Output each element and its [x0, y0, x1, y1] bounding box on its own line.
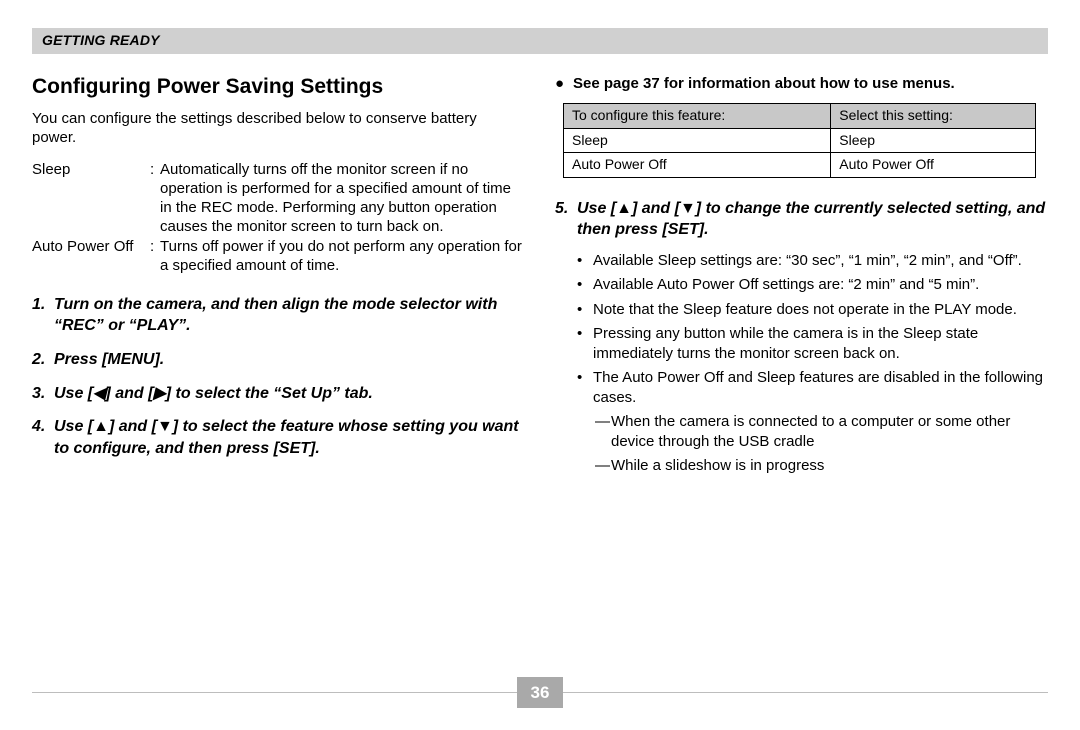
definition-term: Sleep	[32, 161, 150, 236]
step-1: 1. Turn on the camera, and then align th…	[32, 294, 525, 337]
bullet-icon: •	[577, 368, 593, 407]
bullet-icon: •	[577, 324, 593, 363]
definitions-list: Sleep : Automatically turns off the moni…	[32, 161, 525, 276]
bullet-icon: ●	[555, 74, 573, 94]
bullet-text: Pressing any button while the camera is …	[593, 324, 1048, 363]
bullet-text: The Auto Power Off and Sleep features ar…	[593, 368, 1048, 407]
intro-text: You can configure the settings described…	[32, 110, 525, 148]
list-item: • Available Sleep settings are: “30 sec”…	[577, 251, 1048, 271]
bullet-text: Available Auto Power Off settings are: “…	[593, 275, 979, 295]
step-number: 2.	[32, 349, 54, 371]
bullet-text: When the camera is connected to a comput…	[611, 412, 1048, 451]
step-number: 3.	[32, 383, 54, 405]
right-column: ● See page 37 for information about how …	[555, 74, 1048, 481]
table-cell: Auto Power Off	[564, 153, 831, 178]
step-4: 4. Use [▲] and [▼] to select the feature…	[32, 416, 525, 459]
table-header-row: To configure this feature: Select this s…	[564, 104, 1036, 129]
table-header: To configure this feature:	[564, 104, 831, 129]
step-2: 2. Press [MENU].	[32, 349, 525, 371]
list-item: • Note that the Sleep feature does not o…	[577, 300, 1048, 320]
step-3: 3. Use [◀] and [▶] to select the “Set Up…	[32, 383, 525, 405]
page-title: Configuring Power Saving Settings	[32, 74, 525, 100]
step-text: Use [◀] and [▶] to select the “Set Up” t…	[54, 383, 525, 405]
definition-auto-power-off: Auto Power Off : Turns off power if you …	[32, 238, 525, 276]
table-row: Auto Power Off Auto Power Off	[564, 153, 1036, 178]
footer-rule	[32, 692, 517, 693]
bullet-text: Note that the Sleep feature does not ope…	[593, 300, 1017, 320]
step-text: Use [▲] and [▼] to select the feature wh…	[54, 416, 525, 459]
page-number: 36	[517, 677, 564, 708]
list-item: • The Auto Power Off and Sleep features …	[577, 368, 1048, 407]
steps-left: 1. Turn on the camera, and then align th…	[32, 294, 525, 460]
list-item: • Available Auto Power Off settings are:…	[577, 275, 1048, 295]
step-text: Press [MENU].	[54, 349, 525, 371]
definition-sleep: Sleep : Automatically turns off the moni…	[32, 161, 525, 236]
list-item: — When the camera is connected to a comp…	[595, 412, 1048, 451]
see-page-note: ● See page 37 for information about how …	[555, 74, 1048, 94]
definition-separator: :	[150, 161, 160, 236]
step-number: 1.	[32, 294, 54, 337]
step-number: 4.	[32, 416, 54, 459]
definition-body: Automatically turns off the monitor scre…	[160, 161, 525, 236]
dash-icon: —	[595, 456, 611, 476]
step-number: 5.	[555, 198, 577, 241]
table-row: Sleep Sleep	[564, 128, 1036, 153]
list-item: — While a slideshow is in progress	[595, 456, 1048, 476]
definition-term: Auto Power Off	[32, 238, 150, 276]
bullet-text: While a slideshow is in progress	[611, 456, 824, 476]
sub-list: — When the camera is connected to a comp…	[595, 412, 1048, 476]
dash-icon: —	[595, 412, 611, 451]
definition-body: Turns off power if you do not perform an…	[160, 238, 525, 276]
bullet-text: Available Sleep settings are: “30 sec”, …	[593, 251, 1022, 271]
table-cell: Sleep	[564, 128, 831, 153]
page-footer: 36	[32, 677, 1048, 708]
step-text: Use [▲] and [▼] to change the currently …	[577, 198, 1048, 241]
step5-bullets: • Available Sleep settings are: “30 sec”…	[577, 251, 1048, 476]
table-header: Select this setting:	[831, 104, 1036, 129]
see-page-text: See page 37 for information about how to…	[573, 74, 955, 94]
bullet-icon: •	[577, 251, 593, 271]
left-column: Configuring Power Saving Settings You ca…	[32, 74, 525, 481]
footer-rule	[563, 692, 1048, 693]
step-5: 5. Use [▲] and [▼] to change the current…	[555, 198, 1048, 241]
bullet-icon: •	[577, 275, 593, 295]
section-header: GETTING READY	[32, 28, 1048, 54]
config-table: To configure this feature: Select this s…	[563, 103, 1036, 178]
definition-separator: :	[150, 238, 160, 276]
table-cell: Sleep	[831, 128, 1036, 153]
bullet-icon: •	[577, 300, 593, 320]
table-cell: Auto Power Off	[831, 153, 1036, 178]
step-text: Turn on the camera, and then align the m…	[54, 294, 525, 337]
list-item: • Pressing any button while the camera i…	[577, 324, 1048, 363]
